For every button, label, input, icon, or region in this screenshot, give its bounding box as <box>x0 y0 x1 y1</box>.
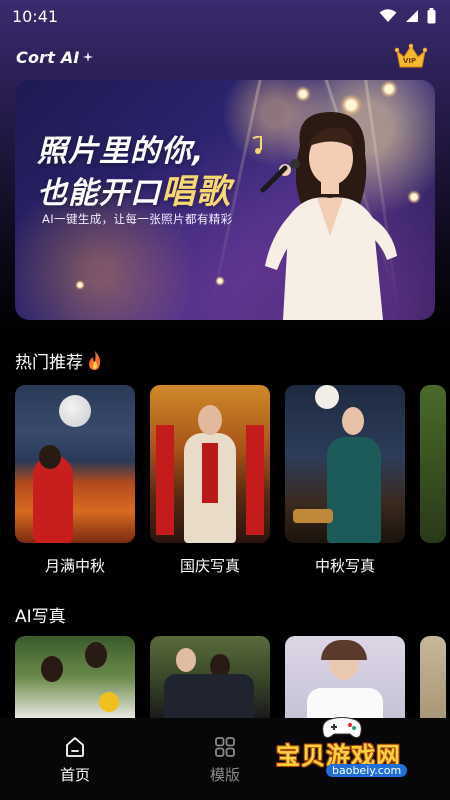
hot-cards-row: 月满中秋 国庆写真 中秋写真 <box>15 385 450 576</box>
nav-item-home[interactable]: 首页 <box>30 736 120 785</box>
nav-label-templates: 模版 <box>209 766 240 784</box>
flower-shape <box>99 692 119 712</box>
ai-cards-row <box>15 636 450 718</box>
figure-shape <box>164 674 254 718</box>
watermark-url: baobeiy.com <box>326 764 408 777</box>
hot-card-peek[interactable] <box>420 385 446 576</box>
ai-section-title: AI写真 <box>15 602 66 627</box>
table-shape <box>293 509 333 523</box>
singer-illustration <box>260 111 397 320</box>
hot-card-image <box>285 385 405 543</box>
stage-light <box>380 80 398 98</box>
ai-card-image <box>15 636 135 718</box>
hot-card-image <box>420 385 446 543</box>
head-shape <box>41 656 63 682</box>
banner-title-highlight: 唱歌 <box>161 172 231 212</box>
wifi-icon <box>379 9 397 22</box>
hot-card-label: 中秋写真 <box>314 557 375 575</box>
stage-light <box>407 190 421 204</box>
head-shape <box>198 405 222 435</box>
hero-banner[interactable]: 照片里的你, 也能开口唱歌 AI一键生成，让每一张照片都有精彩 <box>15 80 435 320</box>
signal-icon <box>406 10 418 22</box>
fire-icon <box>89 350 101 370</box>
flag-shape <box>246 425 264 535</box>
hot-card-image <box>150 385 270 543</box>
ai-card[interactable] <box>15 636 135 718</box>
head-shape <box>85 642 107 668</box>
vip-badge-text: VIP <box>403 57 417 65</box>
banner-title-prefix: 也能开口 <box>37 176 161 211</box>
flag-shape <box>156 425 174 535</box>
banner-title-line1: 照片里的你, <box>37 134 205 169</box>
head-shape <box>342 407 364 435</box>
app-logo: Cort AI <box>16 48 93 67</box>
head-shape <box>176 648 196 672</box>
status-bar: 10:41 <box>0 0 450 32</box>
status-time: 10:41 <box>12 6 59 26</box>
hot-card-image <box>15 385 135 543</box>
sparkle-icon <box>82 52 93 62</box>
home-icon <box>66 737 84 757</box>
figure-shape <box>327 437 381 543</box>
nav-label-home: 首页 <box>59 766 90 784</box>
head-shape <box>39 445 61 469</box>
ai-card-peek[interactable] <box>420 636 446 718</box>
logo-text: Cort AI <box>16 47 80 67</box>
stage-light <box>215 276 225 286</box>
nav-item-templates[interactable]: 模版 <box>180 736 270 785</box>
banner-title: 照片里的你, 也能开口唱歌 <box>37 132 231 214</box>
shirt-shape <box>202 443 218 503</box>
app-header: Cort AI VIP <box>0 40 450 74</box>
banner-subtitle: AI一键生成，让每一张照片都有精彩 <box>42 212 233 226</box>
ai-card-image <box>285 636 405 718</box>
hot-section-title: 热门推荐 <box>15 348 103 373</box>
hot-card[interactable]: 国庆写真 <box>150 385 270 576</box>
ai-card-image <box>150 636 270 718</box>
hair-shape <box>321 640 367 660</box>
hot-card[interactable]: 月满中秋 <box>15 385 135 576</box>
ai-card-image <box>420 636 446 718</box>
vip-button[interactable]: VIP <box>394 43 428 71</box>
moon-shape <box>59 395 91 427</box>
ai-card[interactable] <box>150 636 270 718</box>
stage-light <box>75 280 85 290</box>
ai-card[interactable] <box>285 636 405 718</box>
hot-card-label: 月满中秋 <box>44 557 105 575</box>
banner-title-line2: 也能开口唱歌 <box>37 172 231 214</box>
figure-shape <box>307 688 383 718</box>
grid-icon <box>215 737 235 757</box>
hot-card-label: 国庆写真 <box>179 557 240 575</box>
stage-light <box>295 86 311 102</box>
hot-title-text: 热门推荐 <box>15 353 83 373</box>
status-icons <box>379 8 436 24</box>
watermark-logo: 宝贝游戏网 baobeiy.com <box>268 716 428 788</box>
battery-icon <box>427 8 436 24</box>
music-note-icon <box>252 136 262 154</box>
moon-shape <box>315 385 339 409</box>
ai-title-text: AI写真 <box>15 607 66 627</box>
hot-card[interactable]: 中秋写真 <box>285 385 405 576</box>
